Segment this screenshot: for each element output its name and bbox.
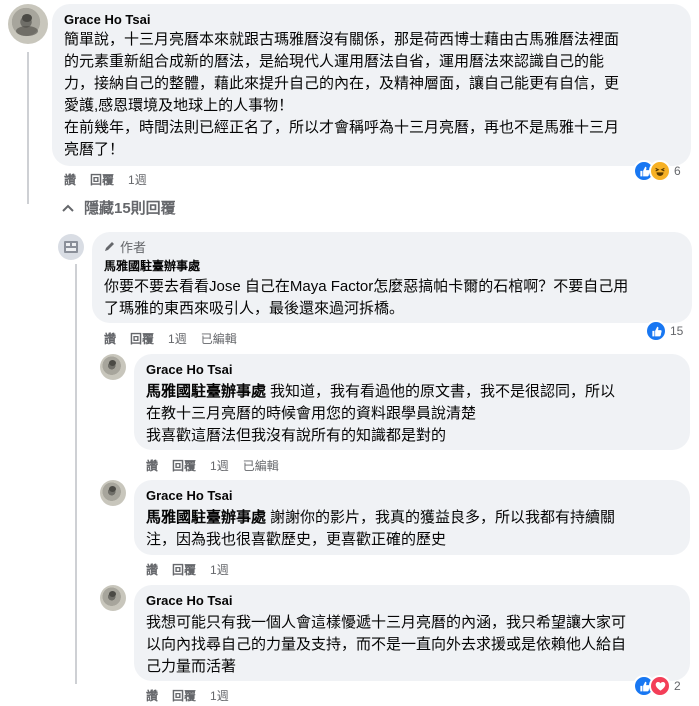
avatar[interactable] <box>100 480 126 506</box>
like-button[interactable]: 讚 <box>104 331 116 347</box>
mention-tag[interactable]: 馬雅國駐臺辦事處 <box>146 383 266 400</box>
reply-bubble: Grace Ho Tsai 我想可能只有我一個人會這樣懮遞十三月亮曆的內涵，我只… <box>134 585 690 681</box>
love-reaction-icon <box>649 675 671 697</box>
comment-author[interactable]: Grace Ho Tsai <box>64 11 679 29</box>
page-avatar[interactable] <box>58 234 84 260</box>
reaction-summary[interactable]: 2 <box>633 675 681 697</box>
like-reaction-icon <box>645 320 667 342</box>
like-button[interactable]: 讚 <box>146 458 158 474</box>
reply-author[interactable]: Grace Ho Tsai <box>146 592 678 610</box>
reaction-count: 15 <box>670 324 684 338</box>
timestamp[interactable]: 1週 <box>210 688 229 704</box>
avatar[interactable] <box>8 4 48 44</box>
reply-bubble: Grace Ho Tsai 馬雅國駐臺辦事處 謝謝你的影片，我真的獲益良多，所以我… <box>134 480 690 555</box>
reply-author[interactable]: Grace Ho Tsai <box>146 361 678 379</box>
like-button[interactable]: 讚 <box>146 562 158 578</box>
reply-button[interactable]: 回覆 <box>172 688 196 704</box>
comment-text: 簡單說，十三月亮曆本來就跟古瑪雅曆沒有關係，那是荷西博士藉由古馬雅曆法裡面 的元… <box>64 31 620 158</box>
reply-text: 馬雅國駐臺辦事處 謝謝你的影片，我真的獲益良多，所以我都有持續關 注，因為我也很喜… <box>146 509 616 548</box>
timestamp[interactable]: 1週 <box>210 562 229 578</box>
reply-button[interactable]: 回覆 <box>172 458 196 474</box>
like-button[interactable]: 讚 <box>64 172 76 188</box>
reply-author[interactable]: Grace Ho Tsai <box>146 487 678 505</box>
chevron-up-icon <box>62 199 76 216</box>
reaction-summary[interactable]: 15 <box>645 320 683 342</box>
haha-reaction-icon <box>649 160 671 182</box>
reply-text: 你要不要去看看Jose 自己在Maya Factor怎麼惡搞帕卡爾的石棺啊？不要… <box>104 278 629 317</box>
reply-actions: 讚 回覆 1週 已編輯 <box>146 458 293 474</box>
comment-actions: 讚 回覆 1週 <box>64 172 161 188</box>
reaction-count: 6 <box>674 164 681 178</box>
timestamp[interactable]: 1週 <box>168 331 187 347</box>
thread-line <box>75 264 77 684</box>
author-badge: 作者 <box>104 239 680 257</box>
reply-button[interactable]: 回覆 <box>90 172 114 188</box>
pencil-icon <box>104 239 116 257</box>
page-logo-icon <box>64 241 78 253</box>
reaction-summary[interactable]: 6 <box>633 160 681 182</box>
reply-text: 馬雅國駐臺辦事處 我知道，我有看過他的原文書，我不是很認同，所以 在教十三月亮曆的… <box>146 383 616 444</box>
reply-text: 我想可能只有我一個人會這樣懮遞十三月亮曆的內涵，我只希望讓大家可 以向內找尋自己… <box>146 614 627 675</box>
reply-button[interactable]: 回覆 <box>130 331 154 347</box>
reply-button[interactable]: 回覆 <box>172 562 196 578</box>
reaction-count: 2 <box>674 679 681 693</box>
edited-label[interactable]: 已編輯 <box>201 331 237 347</box>
thread-line <box>27 52 29 204</box>
like-button[interactable]: 讚 <box>146 688 158 704</box>
reply-bubble: 作者 馬雅國駐臺辦事處 你要不要去看看Jose 自己在Maya Factor怎麼… <box>92 232 692 323</box>
hide-replies-link[interactable]: 隱藏15則回覆 <box>62 197 176 218</box>
avatar[interactable] <box>100 585 126 611</box>
reply-actions: 讚 回覆 1週 已編輯 <box>104 331 251 347</box>
timestamp[interactable]: 1週 <box>128 172 147 188</box>
reply-bubble: Grace Ho Tsai 馬雅國駐臺辦事處 我知道，我有看過他的原文書，我不是很… <box>134 354 690 450</box>
reply-actions: 讚 回覆 1週 <box>146 688 243 704</box>
edited-label[interactable]: 已編輯 <box>243 458 279 474</box>
comment-bubble: Grace Ho Tsai 簡單說，十三月亮曆本來就跟古瑪雅曆沒有關係，那是荷西… <box>52 4 691 166</box>
mention-tag[interactable]: 馬雅國駐臺辦事處 <box>146 509 266 526</box>
reply-author[interactable]: 馬雅國駐臺辦事處 <box>104 257 680 275</box>
hide-replies-label: 隱藏15則回覆 <box>84 200 176 217</box>
reply-actions: 讚 回覆 1週 <box>146 562 243 578</box>
timestamp[interactable]: 1週 <box>210 458 229 474</box>
avatar[interactable] <box>100 354 126 380</box>
